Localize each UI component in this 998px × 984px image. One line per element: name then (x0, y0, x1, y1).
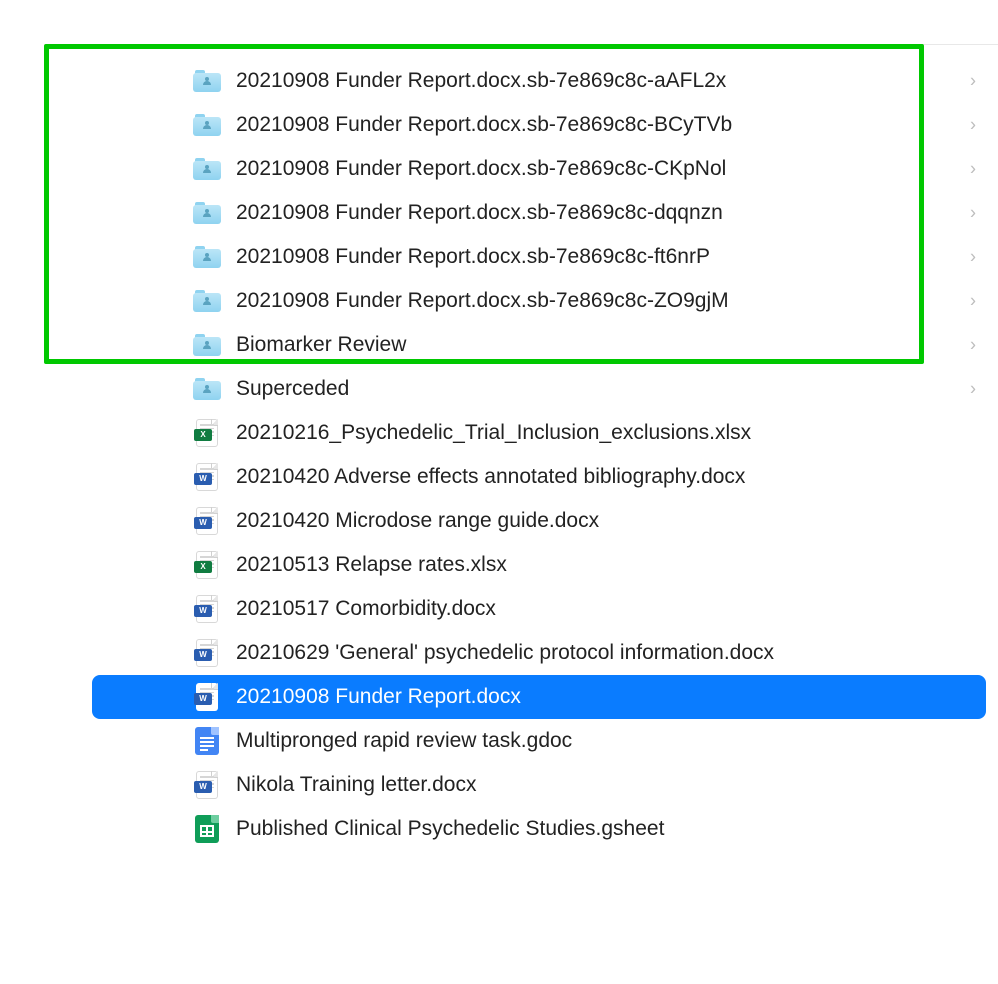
file-name-label: 20210908 Funder Report.docx.sb-7e869c8c-… (236, 113, 732, 137)
file-list: 20210908 Funder Report.docx.sb-7e869c8c-… (0, 59, 998, 851)
folder-row[interactable]: 20210908 Funder Report.docx.sb-7e869c8c-… (92, 191, 986, 235)
folder-icon (192, 110, 222, 140)
file-name-label: 20210513 Relapse rates.xlsx (236, 553, 507, 577)
file-name-label: Superceded (236, 377, 349, 401)
file-name-label: 20210908 Funder Report.docx.sb-7e869c8c-… (236, 201, 723, 225)
word-doc-icon: W (192, 594, 222, 624)
finder-file-list-view: 20210908 Funder Report.docx.sb-7e869c8c-… (0, 0, 998, 851)
file-row[interactable]: Published Clinical Psychedelic Studies.g… (92, 807, 986, 851)
list-row-wrap: W 20210420 Microdose range guide.docx (0, 499, 998, 543)
file-row[interactable]: W 20210629 'General' psychedelic protoco… (92, 631, 986, 675)
google-doc-icon (192, 726, 222, 756)
file-row[interactable]: W 20210517 Comorbidity.docx (92, 587, 986, 631)
folder-icon (192, 374, 222, 404)
folder-icon (192, 330, 222, 360)
file-name-label: 20210908 Funder Report.docx.sb-7e869c8c-… (236, 289, 729, 313)
file-name-label: 20210517 Comorbidity.docx (236, 597, 496, 621)
folder-icon (192, 242, 222, 272)
file-row[interactable]: W 20210420 Microdose range guide.docx (92, 499, 986, 543)
folder-row[interactable]: 20210908 Funder Report.docx.sb-7e869c8c-… (92, 279, 986, 323)
file-row[interactable]: Multipronged rapid review task.gdoc (92, 719, 986, 763)
list-row-wrap: W Nikola Training letter.docx (0, 763, 998, 807)
list-row-wrap: Superceded› (0, 367, 998, 411)
excel-doc-icon: X (192, 418, 222, 448)
folder-row[interactable]: Biomarker Review (92, 323, 986, 367)
file-row[interactable]: W Nikola Training letter.docx (92, 763, 986, 807)
folder-row[interactable]: 20210908 Funder Report.docx.sb-7e869c8c-… (92, 147, 986, 191)
file-name-label: 20210908 Funder Report.docx.sb-7e869c8c-… (236, 157, 726, 181)
google-sheet-icon (192, 814, 222, 844)
list-row-wrap: 20210908 Funder Report.docx.sb-7e869c8c-… (0, 191, 998, 235)
word-doc-icon: W (192, 638, 222, 668)
folder-row[interactable]: Superceded (92, 367, 986, 411)
list-row-wrap: W 20210629 'General' psychedelic protoco… (0, 631, 998, 675)
file-name-label: Multipronged rapid review task.gdoc (236, 729, 572, 753)
file-name-label: 20210629 'General' psychedelic protocol … (236, 641, 774, 665)
folder-icon (192, 154, 222, 184)
file-name-label: 20210420 Adverse effects annotated bibli… (236, 465, 745, 489)
file-name-label: Nikola Training letter.docx (236, 773, 476, 797)
folder-row[interactable]: 20210908 Funder Report.docx.sb-7e869c8c-… (92, 59, 986, 103)
file-name-label: 20210216_Psychedelic_Trial_Inclusion_exc… (236, 421, 751, 445)
word-doc-icon: W (192, 462, 222, 492)
list-row-wrap: 20210908 Funder Report.docx.sb-7e869c8c-… (0, 279, 998, 323)
list-top-divider (60, 44, 998, 45)
file-name-label: 20210420 Microdose range guide.docx (236, 509, 599, 533)
folder-row[interactable]: 20210908 Funder Report.docx.sb-7e869c8c-… (92, 235, 986, 279)
file-row[interactable]: W 20210420 Adverse effects annotated bib… (92, 455, 986, 499)
folder-row[interactable]: 20210908 Funder Report.docx.sb-7e869c8c-… (92, 103, 986, 147)
file-name-label: 20210908 Funder Report.docx (236, 685, 521, 709)
list-row-wrap: 20210908 Funder Report.docx.sb-7e869c8c-… (0, 103, 998, 147)
list-row-wrap: 20210908 Funder Report.docx.sb-7e869c8c-… (0, 235, 998, 279)
list-row-wrap: W 20210908 Funder Report.docx (0, 675, 998, 719)
list-row-wrap: Published Clinical Psychedelic Studies.g… (0, 807, 998, 851)
file-row[interactable]: W 20210908 Funder Report.docx (92, 675, 986, 719)
folder-icon (192, 286, 222, 316)
list-row-wrap: 20210908 Funder Report.docx.sb-7e869c8c-… (0, 59, 998, 103)
list-row-wrap: Multipronged rapid review task.gdoc (0, 719, 998, 763)
folder-icon (192, 198, 222, 228)
file-row[interactable]: X 20210216_Psychedelic_Trial_Inclusion_e… (92, 411, 986, 455)
file-name-label: 20210908 Funder Report.docx.sb-7e869c8c-… (236, 245, 710, 269)
list-row-wrap: X 20210513 Relapse rates.xlsx (0, 543, 998, 587)
list-row-wrap: W 20210420 Adverse effects annotated bib… (0, 455, 998, 499)
excel-doc-icon: X (192, 550, 222, 580)
file-name-label: 20210908 Funder Report.docx.sb-7e869c8c-… (236, 69, 726, 93)
word-doc-icon: W (192, 770, 222, 800)
folder-icon (192, 66, 222, 96)
file-name-label: Biomarker Review (236, 333, 406, 357)
list-row-wrap: W 20210517 Comorbidity.docx (0, 587, 998, 631)
list-row-wrap: Biomarker Review› (0, 323, 998, 367)
list-row-wrap: 20210908 Funder Report.docx.sb-7e869c8c-… (0, 147, 998, 191)
word-doc-icon: W (192, 506, 222, 536)
word-doc-icon: W (192, 682, 222, 712)
file-name-label: Published Clinical Psychedelic Studies.g… (236, 817, 664, 841)
list-row-wrap: X 20210216_Psychedelic_Trial_Inclusion_e… (0, 411, 998, 455)
file-row[interactable]: X 20210513 Relapse rates.xlsx (92, 543, 986, 587)
